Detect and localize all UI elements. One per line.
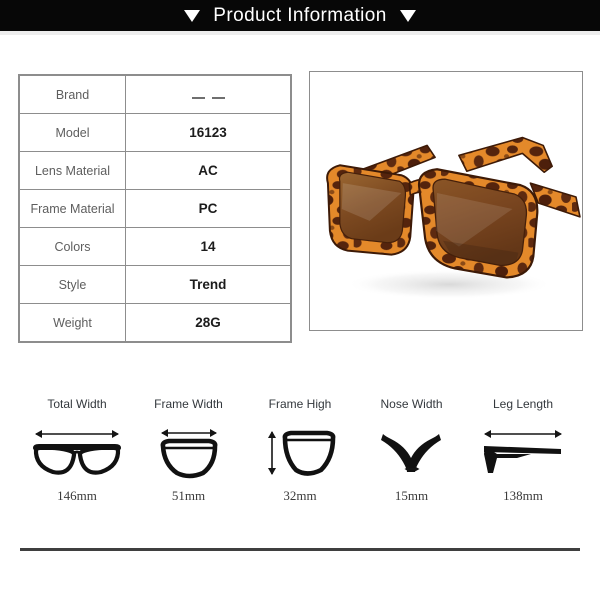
dimension-label: Frame Width <box>154 397 223 411</box>
dimension-value: 15mm <box>394 488 429 503</box>
spec-label-cell: Brand <box>19 75 126 114</box>
spec-value-cell: 14 <box>125 227 291 266</box>
spec-value: AC <box>198 162 218 178</box>
dimension-value: 51mm <box>171 488 206 503</box>
spec-label: Style <box>58 277 87 292</box>
spec-value: 14 <box>200 238 216 254</box>
spec-value-cell: AC <box>125 151 291 190</box>
dimension-nose-width: Nose Width 15mm <box>357 398 467 502</box>
spec-value: 16123 <box>189 124 227 140</box>
table-row: Lens Material AC <box>19 151 291 190</box>
spec-label-cell: Frame Material <box>19 189 126 228</box>
spec-label-cell: Lens Material <box>19 151 126 190</box>
bottom-divider <box>20 548 580 551</box>
spec-value-cell <box>125 75 291 114</box>
spec-label: Weight <box>53 315 92 330</box>
dimension-total-width: Total Width 146mm <box>22 398 132 502</box>
dimension-value: 146mm <box>57 488 97 503</box>
spec-label-cell: Colors <box>19 227 126 266</box>
spec-value-cell: Trend <box>125 265 291 304</box>
table-row: Weight 28G <box>19 303 291 342</box>
spec-label: Colors <box>54 239 91 254</box>
spec-value-cell: 28G <box>125 303 291 342</box>
triangle-down-icon-right <box>399 9 416 22</box>
dimension-value: 32mm <box>283 488 317 503</box>
temple-arm-icon <box>477 424 569 480</box>
table-row: Model 16123 <box>19 113 291 152</box>
spec-value-cell: PC <box>125 189 291 228</box>
dimension-frame-width: Frame Width 51mm <box>134 398 244 502</box>
lens-outline-icon <box>153 424 225 480</box>
dimension-leg-length: Leg Length 138mm <box>468 398 578 502</box>
dimension-label: Total Width <box>47 397 107 411</box>
spec-label-cell: Weight <box>19 303 126 342</box>
lens-height-icon <box>263 424 337 480</box>
header-underline <box>0 31 600 35</box>
table-row: Style Trend <box>19 265 291 304</box>
spec-label-cell: Style <box>19 265 126 304</box>
spec-value: PC <box>198 200 218 216</box>
brand-placeholder-dashes <box>191 96 225 99</box>
spec-label-cell: Model <box>19 113 126 152</box>
dimensions-section: Total Width 146mm Frame Width 51mm Frame… <box>0 398 600 502</box>
spec-label: Frame Material <box>30 201 115 216</box>
spec-value: Trend <box>189 276 227 292</box>
spec-value: 28G <box>195 314 221 330</box>
table-row: Colors 14 <box>19 227 291 266</box>
spec-label: Lens Material <box>34 163 111 178</box>
dimension-label: Nose Width <box>380 397 443 411</box>
nose-bridge-icon <box>375 424 449 480</box>
dimension-label: Frame High <box>268 397 332 411</box>
page-title: Product Information <box>213 5 387 26</box>
glasses-front-icon <box>29 424 125 480</box>
dimension-value: 138mm <box>503 488 543 503</box>
table-row: Brand <box>19 75 291 114</box>
spec-value-cell: 16123 <box>125 113 291 152</box>
dimension-frame-high: Frame High 32mm <box>245 398 355 502</box>
specification-table: Brand Model 16123 Lens Material AC Frame… <box>18 74 292 343</box>
product-photo-sunglasses <box>310 72 582 330</box>
triangle-down-icon-left <box>184 9 201 22</box>
table-row: Frame Material PC <box>19 189 291 228</box>
page-header: Product Information <box>0 0 600 31</box>
dimension-label: Leg Length <box>492 397 554 411</box>
spec-label: Model <box>55 125 90 140</box>
spec-label: Brand <box>55 87 90 102</box>
product-photo-panel <box>309 71 583 331</box>
